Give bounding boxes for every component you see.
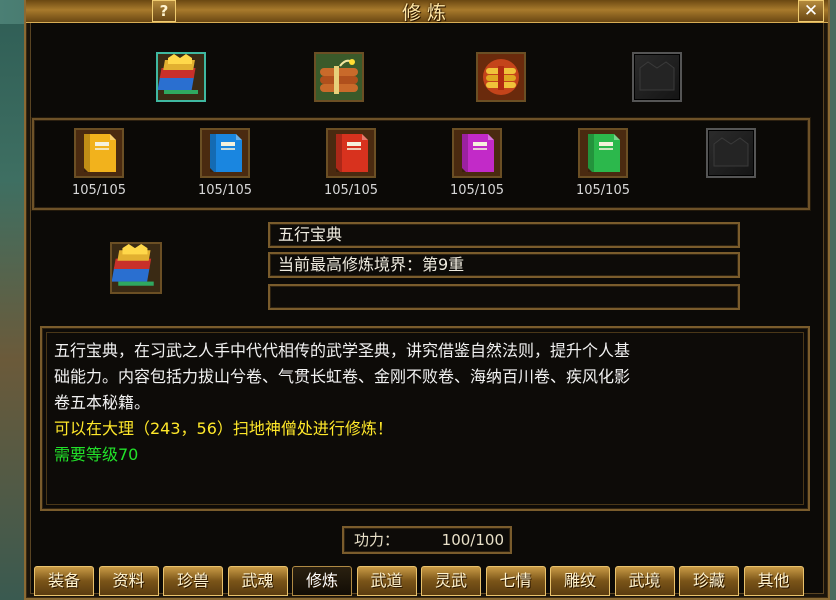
description-line-1: 五行宝典，在习武之人手中代代相传的武学圣典，讲究借鉴自然法则，提升个人基	[54, 341, 631, 360]
book-slot-3[interactable]	[326, 128, 376, 178]
power-label: 功力：	[354, 531, 400, 549]
tab-3[interactable]: 珍兽	[163, 566, 223, 596]
dynamite-bundle-icon	[316, 54, 362, 100]
book-slot-4[interactable]	[452, 128, 502, 178]
skill-category-panel	[30, 22, 812, 118]
skill-slot-empty[interactable]	[632, 52, 682, 102]
tab-5[interactable]: 修炼	[292, 566, 352, 596]
close-button[interactable]: ✕	[798, 0, 824, 22]
skill-slot-wuxing[interactable]	[156, 52, 206, 102]
purple-book-icon	[454, 130, 500, 176]
description-line-2: 础能力。内容包括力拔山兮卷、气贯长虹卷、金刚不败卷、海纳百川卷、疾风化影	[54, 367, 631, 386]
book-count-2: 105/105	[197, 183, 252, 198]
tab-6[interactable]: 武道	[356, 566, 417, 596]
book-slot-5[interactable]	[578, 128, 628, 178]
book-panel	[32, 118, 810, 210]
skill-name-field: 五行宝典	[268, 222, 740, 248]
empty-slot-icon	[713, 137, 749, 167]
level-requirement-text: 需要等级70	[54, 445, 139, 464]
power-value: 100/100	[441, 531, 504, 549]
book-slot-1[interactable]	[74, 128, 124, 178]
tab-1[interactable]: 装备	[34, 566, 94, 596]
training-location-text: 可以在大理（243，56）扫地神僧处进行修炼！	[54, 419, 393, 438]
tab-9[interactable]: 雕纹	[550, 566, 610, 596]
green-book-icon	[580, 130, 626, 176]
help-button[interactable]: ?	[152, 0, 176, 22]
empty-slot-icon	[639, 61, 675, 91]
yellow-book-icon	[76, 130, 122, 176]
character-tab-bar: 装备 资料 珍兽 武魂 修炼 武道 灵武 七情 雕纹 武境 珍藏 其他	[34, 566, 810, 598]
book-count-4: 105/105	[449, 183, 504, 198]
tab-4[interactable]: 武魂	[227, 566, 288, 596]
window-titlebar[interactable]: 修炼	[26, 0, 828, 24]
tab-10[interactable]: 武境	[614, 566, 675, 596]
book-count-1: 105/105	[71, 183, 126, 198]
blue-book-icon	[202, 130, 248, 176]
detail-skill-icon-slot	[110, 242, 162, 294]
tab-11[interactable]: 珍藏	[679, 566, 739, 596]
skill-slot-dynamite[interactable]	[314, 52, 364, 102]
book-count-5: 105/105	[575, 183, 630, 198]
red-book-icon	[328, 130, 374, 176]
tab-2[interactable]: 资料	[98, 566, 159, 596]
skill-realm-field: 当前最高修炼境界：第9重	[268, 252, 740, 278]
tab-12[interactable]: 其他	[743, 566, 804, 596]
tab-8[interactable]: 七情	[485, 566, 546, 596]
power-field: 功力： 100/100	[342, 526, 512, 554]
skill-extra-field	[268, 284, 740, 310]
skill-slot-golden-scroll[interactable]	[476, 52, 526, 102]
book-slot-6[interactable]	[706, 128, 756, 178]
skill-description-box: 五行宝典，在习武之人手中代代相传的武学圣典，讲究借鉴自然法则，提升个人基 础能力…	[40, 326, 810, 511]
book-count-3: 105/105	[323, 183, 378, 198]
description-line-3: 卷五本秘籍。	[54, 393, 151, 412]
gold-book-bundle-icon	[112, 244, 160, 292]
golden-scroll-bundle-icon	[478, 54, 524, 100]
tab-7[interactable]: 灵武	[421, 566, 481, 596]
gold-book-bundle-icon	[158, 54, 204, 100]
book-slot-2[interactable]	[200, 128, 250, 178]
